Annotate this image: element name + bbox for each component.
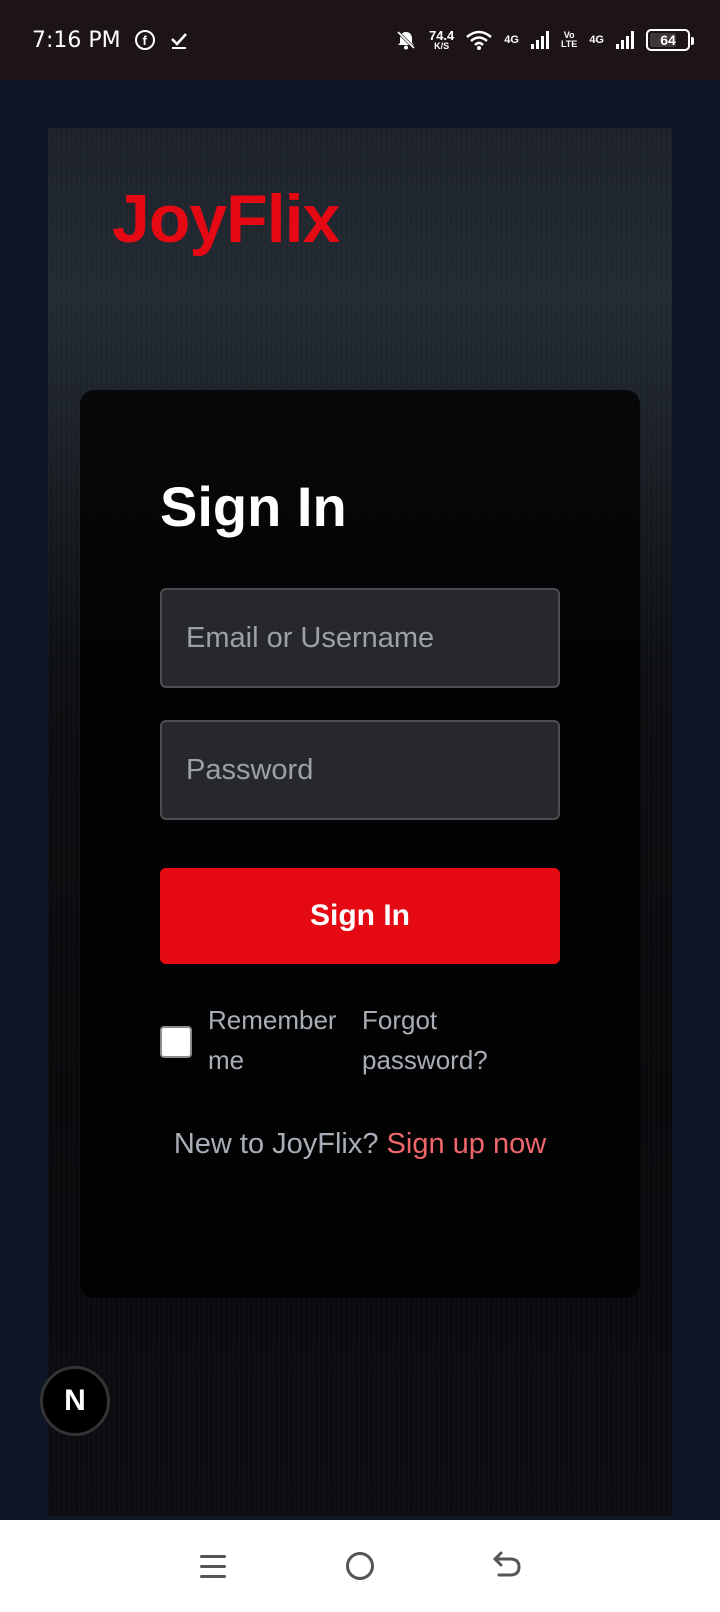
battery-icon: 64 (646, 29, 694, 51)
remember-label[interactable]: Remember me (208, 1000, 348, 1080)
back-button[interactable] (487, 1546, 527, 1586)
menu-icon (200, 1554, 227, 1578)
signal-icon (616, 31, 634, 49)
network-speed: 74.4 K/S (429, 29, 454, 51)
check-icon (169, 30, 189, 50)
signin-card: Sign In Sign In Remember me Forgot passw… (80, 390, 640, 1298)
wifi-icon (466, 30, 493, 50)
password-field[interactable] (160, 720, 560, 820)
page-viewport: JoyFlix Sign In Sign In Remember me Forg… (48, 128, 672, 1516)
status-left: 7:16 PM f (32, 28, 189, 53)
signup-prefix: New to JoyFlix? (173, 1128, 379, 1160)
signup-row: New to JoyFlix? Sign up now (160, 1120, 560, 1168)
facebook-icon: f (134, 30, 155, 50)
back-icon (492, 1550, 522, 1583)
battery-level: 64 (660, 32, 676, 48)
volte-bottom: LTE (560, 39, 578, 49)
page-title: Sign In (160, 475, 347, 538)
nav-bar (0, 1520, 720, 1612)
dev-tools-badge[interactable]: N (40, 1366, 110, 1436)
signup-link[interactable]: Sign up now (387, 1128, 547, 1160)
network-type-1: 4G (504, 34, 519, 46)
remember-checkbox[interactable] (160, 1026, 192, 1058)
home-button[interactable] (340, 1546, 380, 1586)
status-time: 7:16 PM (32, 27, 121, 53)
home-icon (345, 1552, 374, 1580)
speed-unit: K/S (434, 41, 450, 51)
signin-button[interactable]: Sign In (160, 868, 560, 964)
signal-icon (530, 31, 549, 49)
app-logo[interactable]: JoyFlix (112, 180, 340, 258)
status-bar: 7:16 PM f 74.4 K/S 4G Vo LTE 4G 64 (0, 0, 720, 80)
volte-indicator: Vo LTE (561, 31, 577, 49)
bell-off-icon (395, 29, 417, 51)
menu-button[interactable] (193, 1546, 233, 1586)
forgot-password-link[interactable]: Forgot password? (362, 1000, 522, 1080)
remember-row: Remember me Forgot password? (160, 1000, 560, 1090)
email-field[interactable] (160, 588, 560, 688)
status-right: 74.4 K/S 4G Vo LTE 4G 64 (395, 29, 694, 51)
network-type-2: 4G (589, 34, 604, 46)
